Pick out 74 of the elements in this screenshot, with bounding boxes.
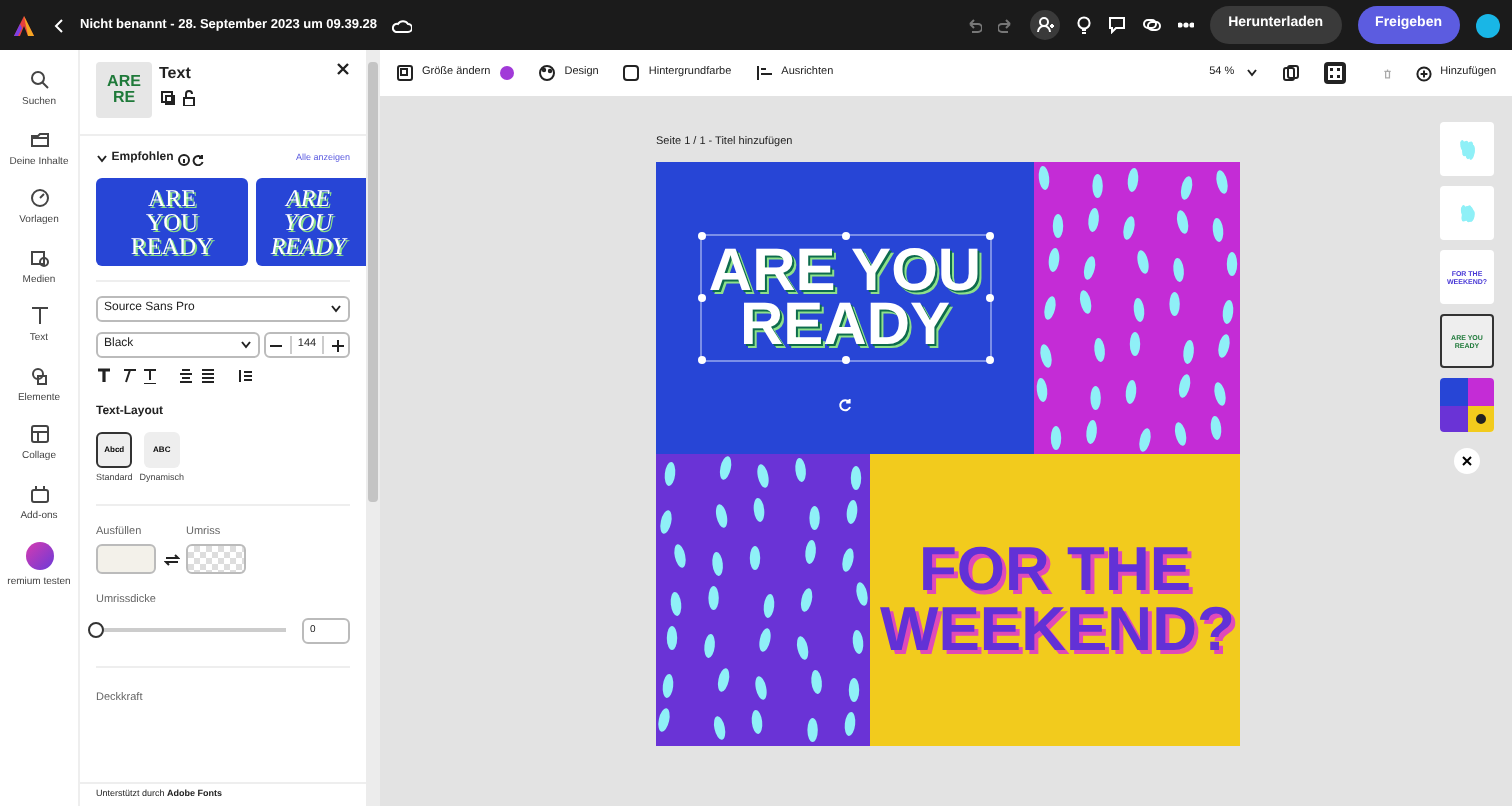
chevron-down-icon bbox=[1246, 68, 1259, 78]
fill-swatch[interactable] bbox=[96, 543, 156, 573]
more-icon[interactable] bbox=[1178, 22, 1195, 28]
resize-handle[interactable] bbox=[985, 232, 993, 241]
italic-t-icon[interactable] bbox=[119, 368, 135, 384]
resize-handle[interactable] bbox=[985, 356, 993, 365]
layer-thumbnail[interactable] bbox=[1440, 378, 1494, 432]
resize-handle[interactable] bbox=[841, 232, 849, 241]
bag-icon bbox=[29, 483, 49, 503]
chevron-down-icon[interactable] bbox=[96, 154, 108, 164]
plus-circle-icon bbox=[1416, 65, 1433, 81]
palette-icon bbox=[538, 64, 557, 82]
media-icon bbox=[29, 247, 49, 267]
plus-icon[interactable] bbox=[328, 339, 348, 351]
layout-icon bbox=[29, 424, 49, 444]
duplicate-icon[interactable] bbox=[159, 89, 175, 106]
redo-icon[interactable] bbox=[998, 17, 1015, 33]
layer-thumbnail[interactable] bbox=[1440, 186, 1494, 240]
poster-canvas[interactable]: ARE YOU READY FOR THE WEEKEND? bbox=[656, 162, 1240, 747]
bold-t-icon[interactable] bbox=[96, 368, 112, 384]
thumbnail-text: ARE RE bbox=[105, 74, 143, 106]
subline-text[interactable]: FOR THE WEEKEND? bbox=[880, 540, 1230, 661]
avatar[interactable] bbox=[1476, 13, 1500, 37]
chevron-down-icon bbox=[330, 304, 342, 314]
preset-card[interactable]: ARE YOU READY bbox=[96, 178, 248, 266]
crown-icon bbox=[25, 542, 53, 570]
layers-icon[interactable] bbox=[1282, 64, 1301, 82]
text-icon bbox=[29, 306, 49, 326]
resize-handle[interactable] bbox=[985, 294, 993, 303]
preset-card[interactable]: ARE YOU READY bbox=[255, 178, 366, 266]
logo-icon bbox=[12, 13, 36, 37]
info-icon bbox=[177, 153, 189, 165]
back-icon[interactable] bbox=[52, 17, 64, 33]
square-icon bbox=[622, 64, 641, 82]
swap-icon[interactable] bbox=[163, 553, 179, 565]
comment-icon[interactable] bbox=[1108, 16, 1127, 34]
search-icon bbox=[29, 70, 49, 90]
outline-swatch[interactable] bbox=[186, 543, 246, 573]
resize-handle[interactable] bbox=[697, 356, 705, 365]
minus-icon[interactable] bbox=[266, 339, 286, 351]
align-center-icon[interactable] bbox=[177, 368, 193, 384]
cloud-icon bbox=[392, 17, 413, 33]
slider-thumb[interactable] bbox=[88, 622, 104, 639]
lightbulb-icon[interactable] bbox=[1076, 16, 1093, 34]
shapes-icon bbox=[29, 365, 49, 385]
rotate-icon[interactable] bbox=[838, 398, 852, 413]
underline-t-icon[interactable] bbox=[142, 368, 158, 384]
layers-panel-button[interactable] bbox=[1324, 62, 1347, 84]
scrollbar-thumb[interactable] bbox=[368, 62, 378, 502]
resize-handle[interactable] bbox=[697, 294, 705, 303]
chat-icon[interactable] bbox=[1142, 16, 1163, 34]
unlock-icon[interactable] bbox=[182, 89, 196, 106]
resize-handle[interactable] bbox=[697, 232, 705, 241]
grid-icon bbox=[1328, 66, 1343, 80]
list-icon[interactable] bbox=[200, 368, 216, 384]
refresh-icon[interactable] bbox=[192, 153, 205, 165]
person-add-icon bbox=[1036, 16, 1055, 34]
align-left-icon bbox=[755, 64, 774, 82]
resize-icon bbox=[396, 64, 414, 82]
preset-text: ARE YOU READY bbox=[128, 186, 216, 258]
undo-icon[interactable] bbox=[966, 17, 983, 33]
close-button[interactable] bbox=[1454, 448, 1480, 474]
gauge-icon bbox=[29, 188, 49, 208]
invite-button[interactable] bbox=[1030, 10, 1061, 40]
resize-handle[interactable] bbox=[841, 356, 849, 365]
close-icon bbox=[1462, 456, 1472, 466]
panel-title: Text bbox=[159, 62, 193, 86]
chevron-down-icon bbox=[240, 340, 253, 350]
line-spacing-icon[interactable] bbox=[235, 368, 251, 384]
close-icon[interactable] bbox=[336, 62, 350, 76]
folder-icon bbox=[29, 129, 49, 149]
premium-badge-icon bbox=[500, 66, 515, 80]
preset-text: ARE YOU READY bbox=[268, 186, 350, 258]
layer-thumbnail[interactable] bbox=[1440, 122, 1494, 176]
